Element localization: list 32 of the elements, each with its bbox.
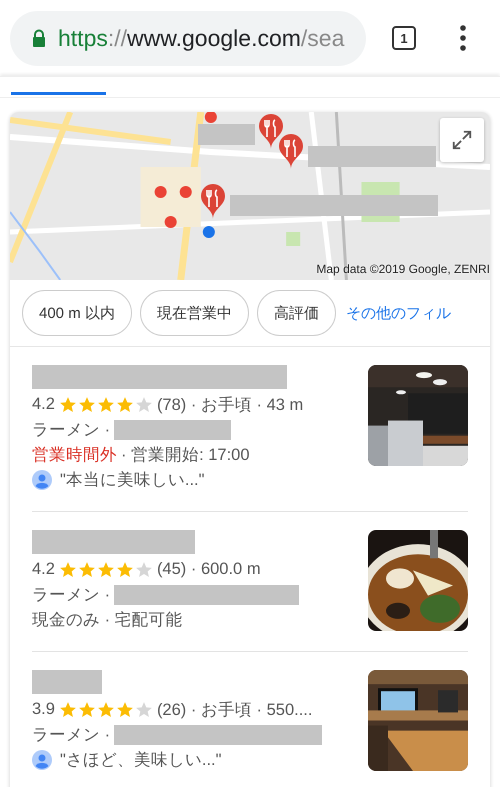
category-label: ラーメン · — [32, 584, 110, 606]
result-meta: (45) · 600.0 m — [156, 560, 261, 579]
rating-value: 4.2 — [32, 395, 55, 414]
map-attribution: Map data ©2019 Google, ZENRI — [316, 262, 490, 276]
restaurant-pin-icon[interactable] — [258, 114, 284, 150]
filter-chip[interactable]: 高評価 — [256, 290, 336, 336]
filter-chip[interactable]: 400 m 以内 — [22, 290, 132, 336]
opening-time: · 営業開始: 17:00 — [121, 444, 250, 466]
more-filters-link[interactable]: その他のフィル — [346, 304, 451, 322]
rating-value: 4.2 — [32, 560, 55, 579]
avatar-icon — [32, 750, 52, 770]
expand-button[interactable] — [440, 118, 484, 162]
menu-icon[interactable] — [460, 25, 466, 51]
result-meta: (78) · お手頃 · 43 m — [156, 394, 304, 416]
avatar-icon — [32, 470, 52, 490]
service-info: 現金のみ · 宅配可能 — [32, 610, 183, 630]
result-meta: (26) · お手頃 · 550.... — [156, 700, 312, 720]
category-label: ラーメン · — [32, 420, 110, 440]
category-label: ラーメン · — [32, 724, 110, 746]
tab-count-button[interactable]: 1 — [392, 26, 416, 50]
redaction-bar — [32, 670, 102, 694]
restaurant-pin-icon[interactable] — [200, 184, 226, 220]
closed-status: 営業時間外 — [32, 444, 117, 466]
filter-chip[interactable]: 現在営業中 — [140, 290, 249, 336]
expand-icon — [451, 129, 473, 151]
restaurant-pin-icon[interactable] — [278, 134, 304, 170]
review-snippet: "さほど、美味しい..." — [60, 750, 222, 770]
rating-value: 3.9 — [32, 700, 55, 719]
review-snippet: "本当に美味しい..." — [60, 470, 204, 490]
address-bar[interactable]: https://www.google.com/sea — [10, 10, 366, 66]
redaction-bar — [198, 124, 255, 145]
url-text: https://www.google.com/sea — [58, 24, 344, 52]
